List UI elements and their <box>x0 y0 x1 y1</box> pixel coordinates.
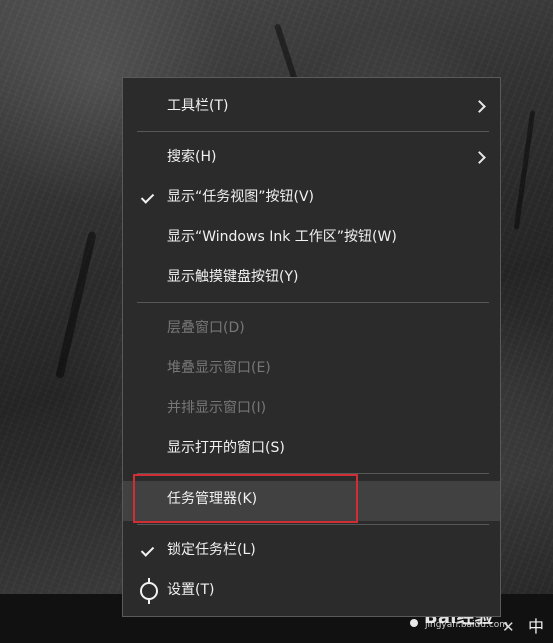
menu-item-cascade-windows: 层叠窗口(D) <box>123 310 500 350</box>
menu-item-show-open-windows[interactable]: 显示打开的窗口(S) <box>123 430 500 470</box>
menu-item-toolbar[interactable]: 工具栏(T) <box>123 88 500 128</box>
menu-item-lock-taskbar[interactable]: 锁定任务栏(L) <box>123 532 500 572</box>
check-icon <box>141 190 157 206</box>
menu-item-label: 显示“任务视图”按钮(V) <box>167 189 315 205</box>
menu-item-label: 层叠窗口(D) <box>167 320 245 336</box>
gear-icon <box>140 582 158 600</box>
tray-status-icon[interactable] <box>410 619 418 627</box>
input-language-indicator[interactable]: 中 <box>528 619 544 635</box>
menu-item-stack-windows: 堆叠显示窗口(E) <box>123 350 500 390</box>
taskbar-context-menu[interactable]: 工具栏(T) 搜索(H) 显示“任务视图”按钮(V) 显示“Windows In… <box>122 77 501 617</box>
menu-divider <box>137 302 489 303</box>
chevron-right-icon <box>473 151 486 164</box>
menu-item-search[interactable]: 搜索(H) <box>123 139 500 179</box>
menu-item-show-touch-keyboard-button[interactable]: 显示触摸键盘按钮(Y) <box>123 259 500 299</box>
menu-item-label: 搜索(H) <box>167 149 217 165</box>
check-icon <box>141 543 157 559</box>
watermark-url: jingyan.baidu.com <box>425 620 509 630</box>
menu-item-side-by-side-windows: 并排显示窗口(I) <box>123 390 500 430</box>
menu-item-settings[interactable]: 设置(T) <box>123 572 500 612</box>
menu-item-label: 显示触摸键盘按钮(Y) <box>167 269 299 285</box>
menu-item-show-windows-ink-button[interactable]: 显示“Windows Ink 工作区”按钮(W) <box>123 219 500 259</box>
menu-item-label: 设置(T) <box>167 582 215 598</box>
chevron-right-icon <box>473 100 486 113</box>
menu-item-label: 显示“Windows Ink 工作区”按钮(W) <box>167 229 397 245</box>
annotation-highlight-box <box>133 474 358 523</box>
menu-divider <box>137 131 489 132</box>
menu-item-label: 工具栏(T) <box>167 98 229 114</box>
menu-item-label: 显示打开的窗口(S) <box>167 440 285 456</box>
menu-item-label: 锁定任务栏(L) <box>167 542 256 558</box>
menu-item-label: 并排显示窗口(I) <box>167 400 267 416</box>
menu-item-label: 堆叠显示窗口(E) <box>167 360 271 376</box>
menu-divider <box>137 524 489 525</box>
menu-item-show-task-view-button[interactable]: 显示“任务视图”按钮(V) <box>123 179 500 219</box>
